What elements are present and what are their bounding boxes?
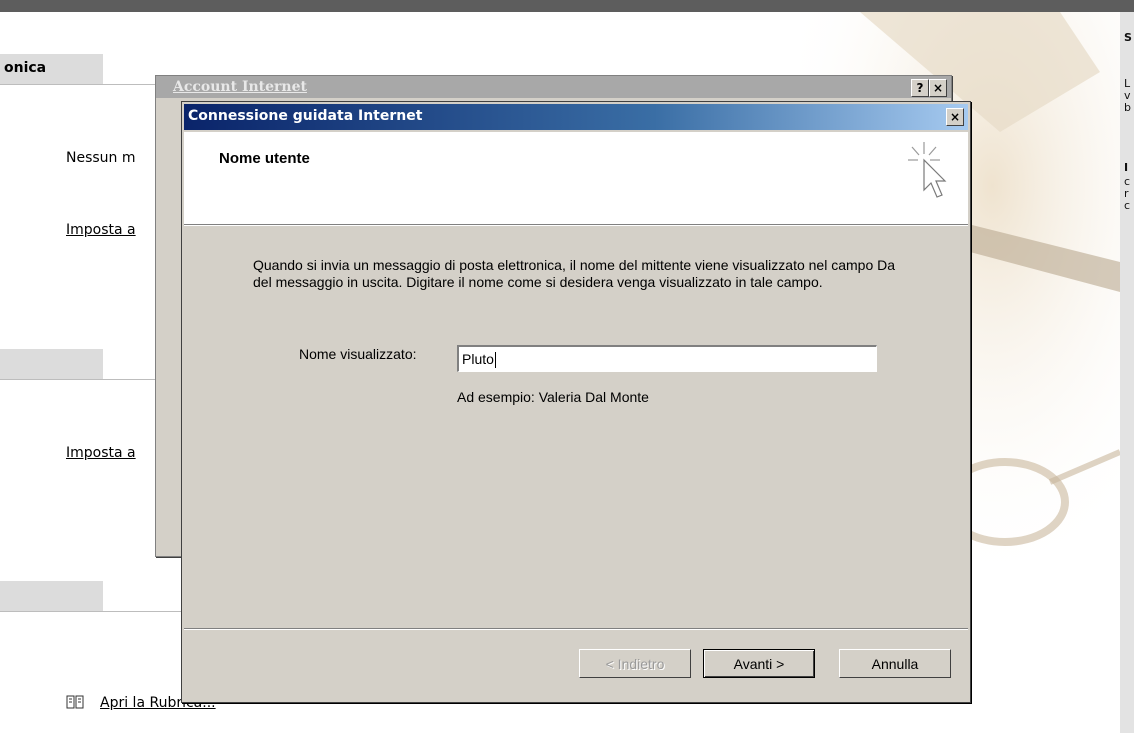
section-header: onica xyxy=(0,54,103,84)
header-separator xyxy=(184,225,968,226)
footer-separator-highlight xyxy=(184,629,968,630)
setup-account-link[interactable]: Imposta a xyxy=(66,222,136,238)
section-title: onica xyxy=(4,60,47,76)
help-icon[interactable]: ? xyxy=(911,79,929,97)
wizard-title-bar[interactable]: Connessione guidata Internet × xyxy=(184,104,968,130)
wizard-title: Connessione guidata Internet xyxy=(188,108,423,124)
right-col-text: S xyxy=(1124,31,1132,44)
display-name-input[interactable]: Pluto xyxy=(457,345,877,372)
setup-news-link[interactable]: Imposta a xyxy=(66,445,136,461)
section-divider xyxy=(0,379,160,380)
section-divider xyxy=(0,84,160,85)
back-button[interactable]: < Indietro xyxy=(579,649,691,678)
section-header xyxy=(0,581,103,611)
close-icon[interactable]: × xyxy=(929,79,947,97)
wizard-header: Nome utente xyxy=(184,132,968,225)
display-name-label: Nome visualizzato: xyxy=(299,346,417,362)
wizard-description: Quando si invia un messaggio di posta el… xyxy=(253,257,896,290)
top-border xyxy=(0,0,1134,12)
wizard-cursor-icon xyxy=(908,142,947,198)
right-col-text: c xyxy=(1124,199,1131,212)
wizard-step-title: Nome utente xyxy=(219,150,310,167)
section-header xyxy=(0,349,103,379)
right-sidebar xyxy=(1120,12,1134,733)
cancel-button[interactable]: Annulla xyxy=(839,649,951,678)
next-button[interactable]: Avanti > xyxy=(703,649,815,678)
dialog-title-bar[interactable]: Account Internet ? × xyxy=(156,76,951,98)
dialog-title: Account Internet xyxy=(173,79,307,95)
example-text: Ad esempio: Valeria Dal Monte xyxy=(457,389,649,405)
right-col-text: I xyxy=(1124,161,1129,174)
text-caret xyxy=(494,352,496,369)
no-messages-text: Nessun m xyxy=(66,150,136,166)
section-divider xyxy=(0,611,185,612)
right-col-text: b xyxy=(1124,101,1131,114)
display-name-value: Pluto xyxy=(462,351,494,367)
close-icon[interactable]: × xyxy=(946,108,964,126)
address-book-icon[interactable] xyxy=(66,695,84,709)
internet-connection-wizard: Connessione guidata Internet × Nome uten… xyxy=(181,101,971,703)
